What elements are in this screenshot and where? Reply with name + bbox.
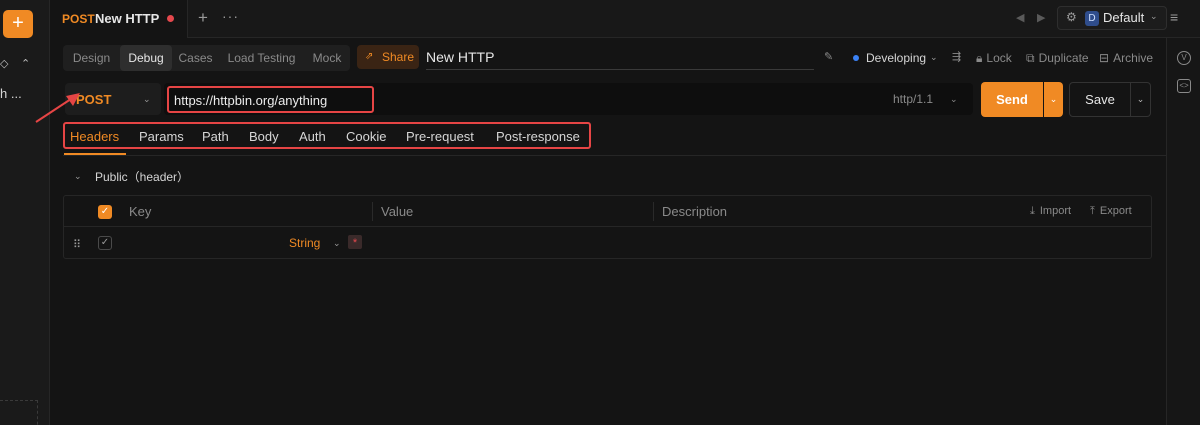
status-select[interactable]: Developing (866, 51, 926, 65)
lock-button[interactable]: 🔒︎ Lock (976, 51, 1012, 66)
forward-arrow-icon[interactable]: ▶ (1037, 11, 1045, 24)
public-header-label: Public（header） (95, 170, 190, 184)
column-description: Description (662, 204, 728, 219)
environment-badge: D (1085, 11, 1099, 26)
mode-debug[interactable]: Debug (120, 45, 172, 71)
column-value: Value (381, 204, 414, 219)
more-tabs-button[interactable]: ··· (222, 8, 239, 24)
unsaved-dot-icon (167, 15, 174, 22)
export-label: Export (1099, 205, 1132, 217)
sidebar-item-truncated[interactable]: h ... (0, 86, 22, 101)
share-label: Share (382, 50, 415, 64)
tab-title: New HTTP (95, 11, 160, 26)
save-button[interactable]: Save (1069, 82, 1131, 117)
drag-handle-icon[interactable]: ⠿ (73, 238, 81, 251)
ai-assistant-icon[interactable]: V (1177, 51, 1191, 65)
column-key: Key (129, 204, 152, 219)
method-select[interactable]: POST ⌄ (65, 83, 161, 115)
code-icon[interactable]: <> (1177, 79, 1191, 93)
tab-new-http[interactable]: POST New HTTP (50, 0, 188, 38)
tab-method: POST (62, 12, 95, 26)
protocol-select[interactable]: http/1.1 (893, 92, 933, 106)
new-button[interactable]: + (3, 10, 33, 38)
lock-label: Lock (986, 51, 1012, 65)
status-dot-icon (853, 55, 859, 61)
share-icon: ⇗ (365, 51, 374, 62)
duplicate-label: Duplicate (1038, 51, 1089, 65)
archive-button[interactable]: ⊟ Archive (1099, 51, 1153, 65)
import-button[interactable]: ⤓ Import (1030, 205, 1071, 218)
active-tab-indicator (64, 153, 126, 155)
tab-bar: POST New HTTP + ··· ◀ ▶ ⚙ D Default ⌄ ≡ (50, 0, 1200, 38)
chevron-down-icon: ⌄ (1150, 11, 1158, 21)
headers-table: ✓ Key Value Description ⤓ Import ⤒ Export … (63, 195, 1152, 259)
method-label: POST (76, 92, 112, 107)
tab-body[interactable]: Body (249, 129, 279, 144)
select-all-checkbox[interactable]: ✓ (98, 205, 112, 219)
chevron-down-icon: ⌄ (930, 52, 938, 62)
edit-icon[interactable]: ✎ (824, 50, 833, 63)
right-rail: V <> (1166, 38, 1200, 425)
mode-cases[interactable]: Cases (172, 45, 219, 71)
required-toggle[interactable]: * (348, 235, 362, 249)
left-sidebar: + ◇ ⌃ h ... (0, 0, 50, 425)
send-options-button[interactable]: ⌄ (1044, 82, 1063, 117)
mode-switcher: Design Debug Cases Load Testing Mock (63, 45, 350, 71)
column-divider (372, 202, 373, 221)
url-bar: http/1.1 ⌄ (164, 83, 973, 115)
environment-name: Default (1103, 10, 1145, 25)
tab-cookie[interactable]: Cookie (346, 129, 386, 144)
tab-path[interactable]: Path (202, 129, 229, 144)
collapse-chevron-icon[interactable]: ⌄ (74, 171, 82, 182)
chevron-down-icon: ⌄ (950, 94, 958, 104)
column-divider (653, 202, 654, 221)
table-header-row: ✓ Key Value Description ⤓ Import ⤒ Export (64, 196, 1151, 227)
environment-gear-icon: ⚙ (1066, 10, 1077, 24)
chevron-down-icon: ⌄ (143, 94, 151, 104)
import-label: Import (1039, 205, 1072, 217)
archive-label: Archive (1113, 51, 1154, 65)
tab-auth[interactable]: Auth (299, 129, 326, 144)
duplicate-button[interactable]: ⧉ Duplicate (1026, 51, 1089, 66)
sort-icon[interactable]: ⌃ (21, 57, 30, 70)
tab-params[interactable]: Params (139, 129, 184, 144)
tab-headers[interactable]: Headers (70, 129, 119, 144)
menu-icon[interactable]: ≡ (1170, 9, 1178, 25)
diamond-icon[interactable]: ◇ (0, 57, 8, 70)
chevron-down-icon: ⌄ (333, 238, 341, 248)
mode-design[interactable]: Design (63, 45, 120, 71)
back-arrow-icon[interactable]: ◀ (1016, 11, 1024, 24)
tab-post-response[interactable]: Post-response (496, 129, 580, 144)
sidebar-dashed-region (0, 400, 38, 425)
share-button[interactable]: ⇗ Share (357, 45, 419, 69)
type-select[interactable]: String (289, 236, 320, 250)
layout-icon[interactable]: ⇶ (952, 50, 961, 63)
tab-pre-request[interactable]: Pre-request (406, 129, 474, 144)
send-button[interactable]: Send (981, 82, 1043, 117)
mode-mock[interactable]: Mock (304, 45, 350, 71)
export-button[interactable]: ⤒ Export (1090, 205, 1132, 218)
add-tab-button[interactable]: + (198, 8, 208, 28)
api-name-field[interactable]: New HTTP (426, 46, 814, 70)
row-checkbox[interactable]: ✓ (98, 236, 112, 250)
param-tabs: Headers Params Path Body Auth Cookie Pre… (63, 124, 1166, 156)
save-options-button[interactable]: ⌄ (1131, 82, 1151, 117)
mode-load-testing[interactable]: Load Testing (219, 45, 304, 71)
environment-select[interactable]: ⚙ D Default ⌄ (1057, 6, 1167, 30)
url-input[interactable] (174, 91, 574, 109)
